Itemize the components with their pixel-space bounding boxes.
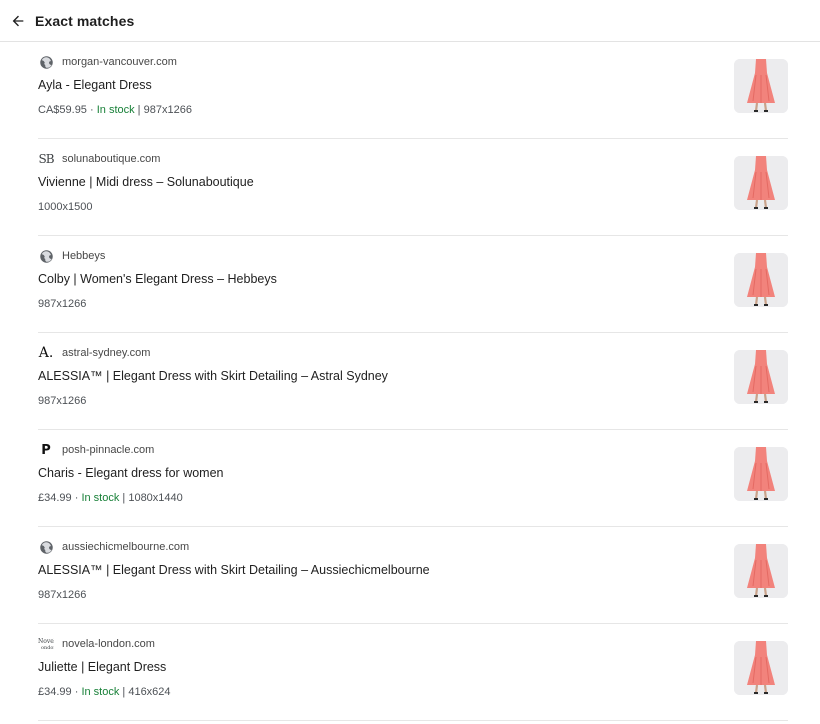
result-thumbnail[interactable] (734, 59, 788, 113)
site-logo-text: A. (38, 345, 54, 361)
stock-status: In stock (81, 492, 120, 504)
site-name: solunaboutique.com (62, 153, 161, 165)
site-name: posh-pinnacle.com (62, 444, 155, 456)
stock-status: In stock (81, 686, 120, 698)
site-name: astral-sydney.com (62, 347, 151, 359)
result-source: A. astral-sydney.com (38, 345, 151, 361)
image-size: 1000x1500 (38, 201, 93, 213)
svg-text:ondon: ondon (41, 645, 54, 651)
site-logo-text: SB (38, 152, 54, 166)
result-thumbnail[interactable] (734, 447, 788, 501)
result-source: SB solunaboutique.com (38, 151, 160, 167)
page-title: Exact matches (35, 12, 135, 29)
arrow-back-icon (12, 15, 24, 26)
image-size: 987x1266 (38, 298, 87, 310)
result-meta: £34.99 · In stock | 1080x1440 (38, 492, 183, 504)
result-item[interactable]: morgan-vancouver.com Ayla - Elegant Dress… (38, 42, 788, 139)
site-name: morgan-vancouver.com (62, 56, 177, 68)
price: £34.99 (38, 686, 72, 698)
result-item[interactable]: Hebbeys Colby | Women's Elegant Dress – H… (38, 236, 788, 333)
result-item[interactable]: aussiechicmelbourne.com ALESSIA™ | Elegan… (38, 527, 788, 624)
result-source: Pposh-pinnacle.com (38, 442, 154, 458)
result-source: Hebbeys (38, 248, 105, 264)
result-source: morgan-vancouver.com (38, 54, 177, 70)
result-source: Novelondon novela-london.com (38, 636, 155, 652)
result-title[interactable]: Vivienne | Midi dress – Solunaboutique (38, 175, 254, 189)
image-size: 987x1266 (143, 104, 192, 116)
result-meta: CA$59.95 · In stock | 987x1266 (38, 104, 192, 116)
result-item[interactable]: SB solunaboutique.com Vivienne | Midi dres… (38, 139, 788, 236)
site-name: Hebbeys (62, 250, 106, 262)
image-size: 416x624 (128, 686, 171, 698)
site-name: novela-london.com (62, 638, 155, 650)
stock-status: In stock (96, 104, 135, 116)
result-title[interactable]: Juliette | Elegant Dress (38, 660, 166, 674)
result-source: aussiechicmelbourne.com (38, 539, 189, 555)
result-title[interactable]: Colby | Women's Elegant Dress – Hebbeys (38, 272, 277, 286)
back-button[interactable] (8, 11, 28, 31)
result-item[interactable]: Pposh-pinnacle.com Charis - Elegant dress… (38, 430, 788, 527)
site-logo-icon: SB (38, 151, 54, 167)
result-meta: 987x1266 (38, 395, 86, 407)
result-meta: 1000x1500 (38, 201, 92, 213)
result-thumbnail[interactable] (734, 641, 788, 695)
image-size: 987x1266 (38, 589, 87, 601)
price: £34.99 (38, 492, 72, 504)
result-title[interactable]: Ayla - Elegant Dress (38, 78, 152, 92)
results-header: Exact matches (0, 0, 820, 42)
result-title[interactable]: ALESSIA™ | Elegant Dress with Skirt Deta… (38, 369, 388, 383)
site-logo-icon: P (38, 442, 54, 458)
result-thumbnail[interactable] (734, 350, 788, 404)
result-meta: 987x1266 (38, 589, 86, 601)
result-thumbnail[interactable] (734, 156, 788, 210)
price: CA$59.95 (38, 104, 87, 116)
site-logo-icon: A. (38, 345, 54, 361)
result-thumbnail[interactable] (734, 544, 788, 598)
result-meta: £34.99 · In stock | 416x624 (38, 686, 171, 698)
site-name: aussiechicmelbourne.com (62, 541, 190, 553)
novela-logo-icon: Novelondon (38, 636, 54, 652)
results-list: morgan-vancouver.com Ayla - Elegant Dress… (0, 42, 820, 721)
svg-text:Novel: Novel (38, 638, 54, 645)
globe-icon (38, 248, 54, 264)
result-item[interactable]: Novelondon novela-london.com Juliette | El… (38, 624, 788, 721)
image-size: 1080x1440 (128, 492, 183, 504)
result-title[interactable]: Charis - Elegant dress for women (38, 466, 224, 480)
result-item[interactable]: A. astral-sydney.com ALESSIA™ | Elegant Dr… (38, 333, 788, 430)
result-meta: 987x1266 (38, 298, 86, 310)
image-size: 987x1266 (38, 395, 87, 407)
globe-icon (38, 54, 54, 70)
result-thumbnail[interactable] (734, 253, 788, 307)
globe-icon (38, 539, 54, 555)
site-logo-text: P (41, 442, 51, 458)
result-title[interactable]: ALESSIA™ | Elegant Dress with Skirt Deta… (38, 563, 430, 577)
